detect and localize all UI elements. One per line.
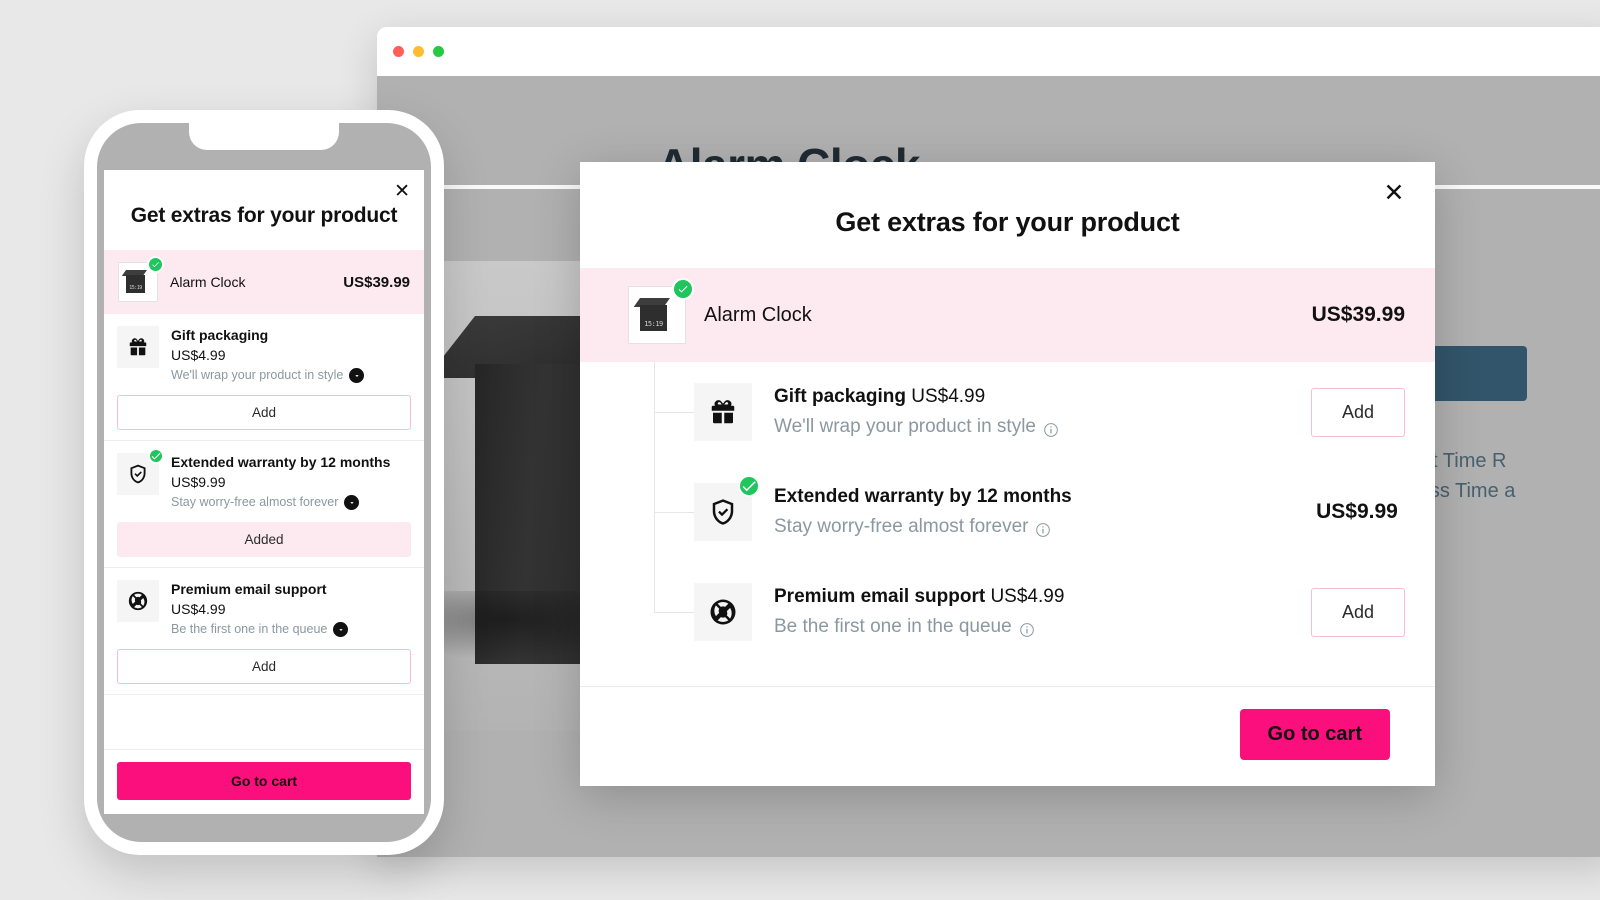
addons-list: Gift packaging US$4.99 We'll wrap your p… — [580, 362, 1435, 686]
addon-price: US$9.99 — [1316, 500, 1398, 523]
phone-notch — [189, 123, 339, 150]
addon-title-line: Extended warranty by 12 months — [774, 483, 1315, 511]
mobile-main-product-price: US$39.99 — [343, 273, 410, 291]
addon-price: US$9.99 — [171, 474, 226, 490]
info-icon[interactable] — [1043, 419, 1059, 437]
addon-row-gift-packaging: Gift packaging US$4.99 We'll wrap your p… — [580, 362, 1405, 462]
lifebuoy-icon — [694, 583, 752, 641]
addon-text-extended-warranty: Extended warranty by 12 months Stay worr… — [752, 483, 1315, 541]
addon-description-line: Stay worry-free almost forever — [774, 513, 1315, 541]
mobile-main-product-name: Alarm Clock — [170, 274, 246, 290]
addon-description: Stay worry-free almost forever — [171, 495, 339, 509]
clock-display-time: 15:19 — [129, 285, 142, 291]
addon-name: Premium email support — [171, 581, 327, 597]
selected-check-icon — [672, 278, 694, 300]
close-icon[interactable]: ✕ — [394, 182, 410, 201]
addon-description: Be the first one in the queue — [774, 616, 1012, 637]
product-thumbnail: 15:19 — [118, 256, 164, 302]
addon-description: Be the first one in the queue — [171, 622, 328, 636]
modal-title: Get extras for your product — [835, 207, 1180, 237]
info-icon[interactable] — [1035, 519, 1051, 537]
window-close-button[interactable] — [393, 46, 404, 57]
mobile-addon-body: Extended warranty by 12 months US$9.99 S… — [171, 453, 411, 512]
tree-branch — [654, 612, 694, 613]
chevron-down-icon[interactable] — [349, 368, 365, 383]
chevron-down-icon[interactable] — [333, 622, 349, 637]
addon-description-line: We'll wrap your product in style — [774, 413, 1311, 441]
add-button[interactable]: Add — [117, 395, 411, 430]
clock-display-time: 15:19 — [644, 320, 663, 328]
added-button[interactable]: Added — [117, 522, 411, 557]
phone-screen: ✕ Get extras for your product 15:19 Alar… — [97, 123, 431, 842]
lifebuoy-icon — [117, 580, 159, 622]
addon-name: Premium email support — [774, 586, 986, 607]
tree-branch — [654, 512, 694, 513]
main-product-price: US$39.99 — [1311, 303, 1405, 326]
mobile-addon-body: Gift packaging US$4.99 We'll wrap your p… — [171, 326, 411, 385]
mobile-addon-row-extended-warranty: Extended warranty by 12 months US$9.99 S… — [104, 441, 424, 568]
go-to-cart-button[interactable]: Go to cart — [117, 762, 411, 800]
addon-description: We'll wrap your product in style — [774, 416, 1036, 437]
addon-name: Gift packaging — [171, 327, 269, 343]
add-button[interactable]: Add — [1310, 387, 1405, 437]
add-button[interactable]: Add — [117, 649, 411, 684]
addon-description-line: Stay worry-free almost forever — [171, 493, 411, 512]
main-product-name: Alarm Clock — [704, 303, 812, 326]
selected-check-icon — [147, 256, 164, 273]
screenshot-stage: Alarm Clock e print Time R usiness Time … — [0, 0, 1600, 900]
add-button[interactable]: Add — [1310, 587, 1405, 637]
window-minimize-button[interactable] — [413, 46, 424, 57]
addon-name: Extended warranty by 12 months — [171, 454, 391, 470]
addon-title-line: Premium email support US$4.99 — [774, 583, 1311, 611]
mobile-addon-row-premium-email-support: Premium email support US$4.99 Be the fir… — [104, 568, 424, 695]
gift-icon — [694, 383, 752, 441]
addon-description-line: Be the first one in the queue — [171, 620, 411, 639]
addon-name: Gift packaging — [774, 386, 906, 407]
selected-check-icon — [148, 448, 164, 464]
close-icon[interactable]: ✕ — [1379, 178, 1409, 208]
main-product-row: 15:19 Alarm Clock US$39.99 — [580, 268, 1435, 362]
addon-price: US$4.99 — [990, 586, 1065, 607]
addon-title-line: Gift packaging US$4.99 — [774, 383, 1311, 411]
addon-action-gift-packaging: Add — [1310, 387, 1405, 437]
phone-mockup: ✕ Get extras for your product 15:19 Alar… — [84, 110, 444, 855]
addon-price: US$4.99 — [171, 601, 226, 617]
addon-text-gift-packaging: Gift packaging US$4.99 We'll wrap your p… — [752, 383, 1311, 441]
mobile-modal-footer: Go to cart — [104, 749, 424, 814]
tree-branch — [654, 412, 694, 413]
addon-row-premium-email-support: Premium email support US$4.99 Be the fir… — [580, 562, 1405, 662]
selected-check-icon — [738, 475, 760, 497]
addon-name: Extended warranty by 12 months — [774, 486, 1072, 507]
addon-text-premium-email-support: Premium email support US$4.99 Be the fir… — [752, 583, 1311, 641]
go-to-cart-button[interactable]: Go to cart — [1239, 709, 1390, 760]
mobile-addon-row-gift-packaging: Gift packaging US$4.99 We'll wrap your p… — [104, 314, 424, 441]
mobile-addon-body: Premium email support US$4.99 Be the fir… — [171, 580, 411, 639]
product-thumbnail: 15:19 — [628, 278, 694, 344]
addon-price: US$4.99 — [171, 347, 226, 363]
mobile-addons-list: Gift packaging US$4.99 We'll wrap your p… — [104, 314, 424, 749]
shield-check-icon — [694, 475, 760, 541]
info-icon[interactable] — [1019, 619, 1035, 637]
addon-row-extended-warranty: Extended warranty by 12 months Stay worr… — [580, 462, 1405, 562]
extras-modal: ✕ Get extras for your product 15:19 Alar… — [580, 162, 1435, 786]
gift-icon — [117, 326, 159, 368]
addon-action-extended-warranty: US$9.99 — [1315, 500, 1405, 524]
mobile-main-product-row: 15:19 Alarm Clock US$39.99 — [104, 250, 424, 314]
addon-action-premium-email-support: Add — [1310, 587, 1405, 637]
window-maximize-button[interactable] — [433, 46, 444, 57]
addon-price: US$4.99 — [911, 386, 986, 407]
mobile-modal-title: Get extras for your product — [130, 204, 398, 227]
addon-description-line: Be the first one in the queue — [774, 613, 1311, 641]
modal-footer: Go to cart — [580, 686, 1435, 786]
addon-description: We'll wrap your product in style — [171, 368, 344, 382]
addon-description: Stay worry-free almost forever — [774, 516, 1029, 537]
mobile-extras-modal: ✕ Get extras for your product 15:19 Alar… — [104, 170, 424, 814]
browser-titlebar — [377, 27, 1600, 76]
addon-description-line: We'll wrap your product in style — [171, 366, 411, 385]
shield-check-icon — [117, 448, 164, 495]
chevron-down-icon[interactable] — [344, 495, 360, 510]
